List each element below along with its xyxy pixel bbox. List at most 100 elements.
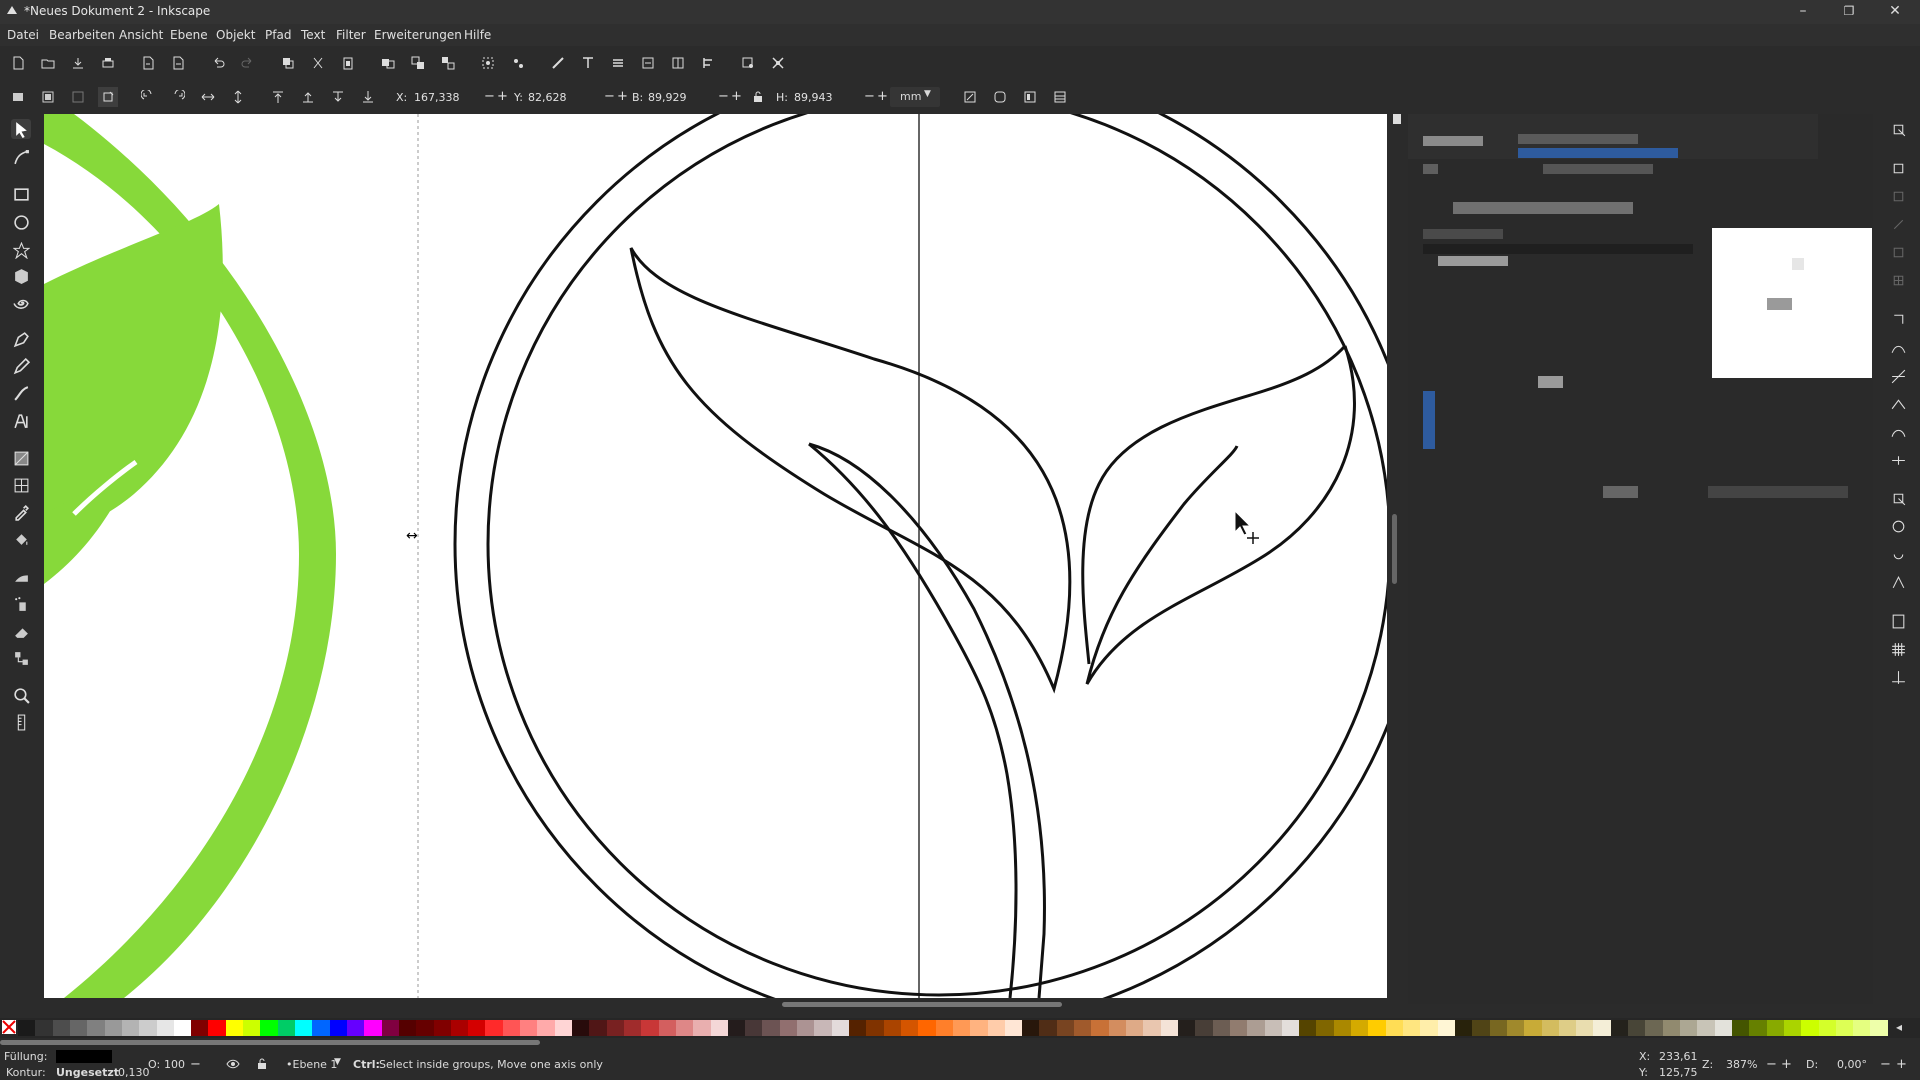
eraser-tool-icon[interactable] [11, 621, 31, 641]
menu-erweiterungen[interactable]: Erweiterungen [374, 28, 462, 42]
dropper-tool-icon[interactable] [11, 502, 31, 522]
palette-swatch[interactable] [1818, 1020, 1836, 1036]
gradient-tool-icon[interactable] [11, 448, 31, 468]
rectangle-tool-icon[interactable] [11, 184, 31, 204]
palette-swatch[interactable] [814, 1020, 832, 1036]
rotate-ccw-icon[interactable] [138, 87, 158, 107]
y-decrement-button[interactable]: − [604, 88, 615, 106]
palette-swatch[interactable] [156, 1020, 174, 1036]
calligraphy-tool-icon[interactable] [11, 383, 31, 403]
drawing-canvas[interactable]: ↔ [44, 114, 1387, 998]
palette-swatch[interactable] [1160, 1020, 1178, 1036]
snap-rotation-center-icon[interactable] [1888, 544, 1908, 564]
pencil-tool-icon[interactable] [11, 356, 31, 376]
spray-tool-icon[interactable] [11, 594, 31, 614]
palette-swatch[interactable] [139, 1020, 157, 1036]
preferences-icon[interactable] [768, 53, 788, 73]
palette-swatch[interactable] [1074, 1020, 1092, 1036]
palette-swatch[interactable] [675, 1020, 694, 1036]
rotate-cw-icon[interactable] [168, 87, 188, 107]
lower-to-bottom-icon[interactable] [358, 87, 378, 107]
menu-datei[interactable]: Datei [7, 28, 39, 42]
palette-swatch[interactable] [121, 1020, 140, 1036]
palette-swatch[interactable] [18, 1020, 36, 1036]
palette-swatch[interactable] [329, 1020, 347, 1036]
snap-bbox-midpoint-icon[interactable] [1888, 242, 1908, 262]
palette-swatch[interactable] [779, 1020, 798, 1036]
snap-bbox-center-icon[interactable] [1888, 270, 1908, 290]
no-paint-swatch[interactable] [2, 1020, 16, 1034]
stroke-width[interactable]: 0,130 [118, 1066, 150, 1079]
palette-swatch[interactable] [1316, 1020, 1334, 1036]
height-decrement-button[interactable]: − [864, 88, 875, 106]
xml-editor-icon[interactable] [638, 53, 658, 73]
palette-swatch[interactable] [1558, 1020, 1577, 1036]
palette-swatch[interactable] [1333, 1020, 1352, 1036]
y-increment-button[interactable]: + [617, 88, 628, 106]
palette-swatch[interactable] [1368, 1020, 1386, 1036]
touch-select-icon[interactable] [98, 87, 118, 107]
palette-swatch[interactable] [1697, 1020, 1715, 1036]
palette-swatch[interactable] [1039, 1020, 1057, 1036]
stroke-value[interactable]: Ungesetzt [56, 1066, 119, 1079]
zoom-input[interactable]: 387% [1726, 1058, 1757, 1071]
menu-bearbeiten[interactable]: Bearbeiten [49, 28, 115, 42]
import-icon[interactable] [138, 53, 158, 73]
align-distribute-icon[interactable] [698, 53, 718, 73]
palette-swatch[interactable] [987, 1020, 1005, 1036]
palette-swatch[interactable] [1212, 1020, 1230, 1036]
palette-scroll-thumb[interactable] [0, 1040, 540, 1045]
palette-swatch[interactable] [554, 1020, 572, 1036]
opacity-input[interactable]: 100 [164, 1058, 185, 1071]
palette-swatch[interactable] [520, 1020, 538, 1036]
tweak-tool-icon[interactable] [11, 567, 31, 587]
x-increment-button[interactable]: + [497, 88, 508, 106]
palette-scrollbar[interactable] [0, 1039, 1920, 1046]
palette-swatch[interactable] [641, 1020, 659, 1036]
palette-menu-icon[interactable]: ◂ [1896, 1020, 1902, 1034]
palette-swatch[interactable] [900, 1020, 919, 1036]
3d-box-tool-icon[interactable] [11, 266, 31, 286]
palette-swatch[interactable] [1593, 1020, 1611, 1036]
palette-swatch[interactable] [1506, 1020, 1525, 1036]
palette-swatch[interactable] [970, 1020, 988, 1036]
scale-stroke-icon[interactable] [960, 87, 980, 107]
snap-grid-icon[interactable] [1888, 639, 1908, 659]
palette-swatch[interactable] [87, 1020, 105, 1036]
palette-swatch[interactable] [849, 1020, 867, 1036]
x-decrement-button[interactable]: − [484, 88, 495, 106]
spiral-tool-icon[interactable] [11, 293, 31, 313]
palette-swatch[interactable] [1247, 1020, 1265, 1036]
palette-swatch[interactable] [1731, 1020, 1750, 1036]
height-input[interactable]: 89,943 [794, 89, 833, 107]
palette-swatch[interactable] [381, 1020, 399, 1036]
palette-swatch[interactable] [710, 1020, 728, 1036]
palette-swatch[interactable] [1783, 1020, 1802, 1036]
height-increment-button[interactable]: + [877, 88, 888, 106]
layer-select[interactable]: •Ebene 1 [286, 1058, 337, 1071]
open-file-icon[interactable] [38, 53, 58, 73]
palette-swatch[interactable] [1385, 1020, 1403, 1036]
menu-objekt[interactable]: Objekt [216, 28, 255, 42]
snap-bbox-edge-icon[interactable] [1888, 186, 1908, 206]
palette-swatch[interactable] [572, 1020, 590, 1036]
duplicate-icon[interactable] [378, 53, 398, 73]
copy-icon[interactable] [278, 53, 298, 73]
palette-swatch[interactable] [762, 1020, 780, 1036]
width-input[interactable]: 89,929 [648, 89, 687, 107]
palette-swatch[interactable] [606, 1020, 624, 1036]
scale-corners-icon[interactable] [990, 87, 1010, 107]
opacity-decrement-button[interactable]: − [190, 1057, 201, 1072]
close-button[interactable]: ✕ [1872, 0, 1918, 24]
palette-swatch[interactable] [1177, 1020, 1196, 1036]
objects-icon[interactable] [668, 53, 688, 73]
transform-patterns-icon[interactable] [1050, 87, 1070, 107]
palette-swatch[interactable] [1264, 1020, 1282, 1036]
group-icon[interactable] [478, 53, 498, 73]
snap-nodes-icon[interactable] [1888, 309, 1908, 329]
palette-swatch[interactable] [295, 1020, 313, 1036]
palette-swatch[interactable] [450, 1020, 469, 1036]
clone-icon[interactable] [408, 53, 428, 73]
palette-swatch[interactable] [1628, 1020, 1646, 1036]
palette-swatch[interactable] [1801, 1020, 1819, 1036]
